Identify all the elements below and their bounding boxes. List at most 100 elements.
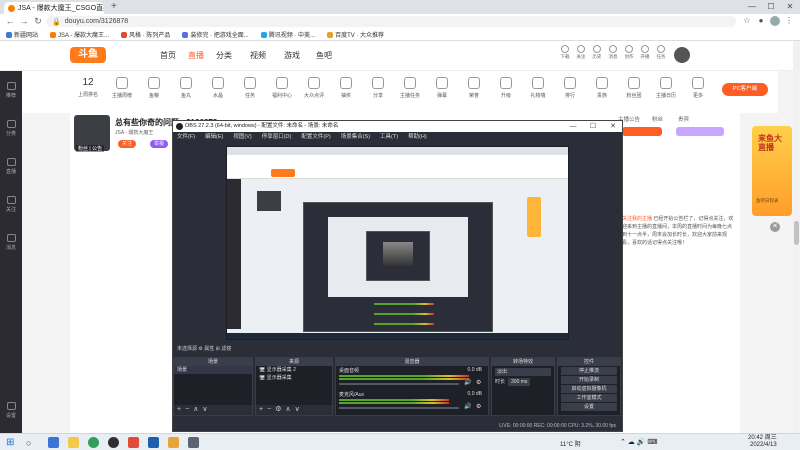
app-icon[interactable] [168,437,179,448]
source-item[interactable]: 🖥 显示器采集 [256,374,332,382]
category-item[interactable]: 分享 [364,77,392,99]
task-view-icon[interactable] [48,437,59,448]
chrome-icon[interactable] [88,437,99,448]
nav-link[interactable]: 视频 [250,50,266,61]
rail-item[interactable]: 直播 [0,147,22,185]
weather-widget[interactable]: 11°C 阴 [560,439,581,448]
category-item[interactable]: 主播日历 [652,77,680,99]
category-item[interactable]: 鱼粮 [140,77,168,99]
category-item[interactable]: 排行 [556,77,584,99]
menu-item[interactable]: 场景集合(S) [341,132,370,142]
app-icon[interactable] [128,437,139,448]
menu-item[interactable]: 帮助(H) [408,132,427,142]
app-icon[interactable] [188,437,199,448]
rail-item[interactable]: 分类 [0,109,22,147]
obs-minimize-icon[interactable]: — [565,121,581,132]
follow-pill[interactable]: 关注 [118,140,137,148]
address-bar[interactable]: 🔒 douyu.com/3126878 [46,16,736,27]
room-subtitle[interactable]: JSA - 爆款大魔王 [115,129,153,136]
category-item[interactable]: 主播任务 [396,77,424,99]
obs-maximize-icon[interactable]: ☐ [585,121,601,132]
header-icon[interactable]: 关注 [574,45,588,65]
category-item[interactable]: 贵族 [588,77,616,99]
obs-close-icon[interactable]: ✕ [605,121,621,132]
menu-item[interactable]: 工具(T) [380,132,398,142]
nav-link[interactable]: 游戏 [284,50,300,61]
forward-icon[interactable]: → [18,16,30,26]
side-button[interactable] [676,127,724,136]
category-item[interactable]: 荣誉 [460,77,488,99]
user-avatar[interactable] [674,47,690,63]
douyu-logo[interactable]: 斗鱼 [70,47,106,63]
tray-icons[interactable]: ⌃ ☁ 🔊 ⌨ [620,438,658,446]
start-recording-button[interactable]: 开始录制 [561,376,617,384]
obs-titlebar[interactable]: OBS 27.2.3 (64-bit, windows) - 配置文件: 未命名… [173,121,622,132]
side-tab[interactable]: 贵宾 [678,115,689,123]
settings-button[interactable]: 设置 [561,403,617,411]
category-item[interactable]: 主播周榜 [108,77,136,99]
fans-label[interactable]: 粉丝 | 公告 [76,145,105,152]
volume-slider[interactable] [339,383,459,385]
duration-input[interactable]: 300 ms [508,378,531,386]
scroll-thumb[interactable] [794,221,799,245]
virtual-camera-button[interactable]: 启动虚拟摄像机 [561,385,617,393]
move-down-button[interactable]: ∨ [202,405,207,415]
extension-icon[interactable]: ● [756,16,766,26]
category-item[interactable]: 礼物墙 [524,77,552,99]
side-button[interactable] [622,127,662,136]
category-item[interactable]: 更多 [684,77,712,99]
speaker-icon[interactable]: 🔊 [464,379,471,386]
nav-link[interactable]: 首页 [160,50,176,61]
rail-item[interactable]: 关注 [0,185,22,223]
category-item[interactable]: 任务 [236,77,264,99]
menu-item[interactable]: 编辑(E) [205,132,223,142]
category-item[interactable]: 12 上周排名 [74,77,102,98]
volume-slider[interactable] [339,407,459,409]
header-icon[interactable]: 历史 [590,45,604,65]
studio-mode-button[interactable]: 工作室模式 [561,394,617,402]
category-item[interactable]: 抽奖 [332,77,360,99]
close-window-icon[interactable]: ✕ [781,0,799,14]
bookmark[interactable]: 百度TV · 大众推荐 [327,30,384,39]
nav-link[interactable]: 鱼吧 [316,50,332,61]
move-down-button[interactable]: ∨ [295,405,300,415]
bookmark[interactable]: 风格 · 陈列产品 [121,30,170,39]
search-icon[interactable]: ○ [26,438,31,448]
header-icon[interactable]: 下载 [558,45,572,65]
rail-item[interactable]: 推荐 [0,71,22,109]
report-pill[interactable]: 举报 [150,140,169,148]
rail-item[interactable]: 设置 [0,391,22,429]
stop-streaming-button[interactable]: 停止推流 [561,367,617,375]
promo-banner[interactable]: 来鱼大直播 鱼吧日程表 [752,126,792,216]
app-icon[interactable] [148,437,159,448]
gear-icon[interactable]: ⚙ [476,403,481,410]
header-icon[interactable]: 任务 [654,45,668,65]
obs-taskbar-icon[interactable] [108,437,119,448]
page-scrollbar[interactable] [793,41,800,433]
bookmark[interactable]: JSA - 爆款大魔王... [50,30,109,39]
menu-item[interactable]: 停靠窗口(D) [262,132,292,142]
file-explorer-icon[interactable] [68,437,79,448]
category-item[interactable]: 弹幕 [428,77,456,99]
header-icon[interactable]: 创作 [622,45,636,65]
add-source-button[interactable]: + [259,405,263,415]
menu-item[interactable]: 视图(V) [233,132,251,142]
obs-preview-canvas[interactable] [226,146,569,340]
add-scene-button[interactable]: + [177,405,181,415]
category-item[interactable]: 大众点评 [300,77,328,99]
bookmark-star-icon[interactable]: ☆ [742,16,752,26]
category-item[interactable]: 福利中心 [268,77,296,99]
bookmark[interactable]: 腾讯视频 · 中美... [260,30,315,39]
bookmark[interactable]: 装修完 · 把游戏全面... [182,30,249,39]
bookmark[interactable]: 新疆网站 [6,30,38,39]
category-item[interactable]: 水晶 [204,77,232,99]
category-item[interactable]: 鱼丸 [172,77,200,99]
minimize-icon[interactable]: — [743,0,761,14]
category-item[interactable]: 粉丝团 [620,77,648,99]
move-up-button[interactable]: ∧ [285,405,290,415]
source-item[interactable]: 🖥 显示器采集 2 [256,366,332,374]
remove-source-button[interactable]: − [267,405,271,415]
back-icon[interactable]: ← [4,16,16,26]
promo-close-icon[interactable]: ✕ [770,222,780,232]
category-item[interactable]: 升级 [492,77,520,99]
